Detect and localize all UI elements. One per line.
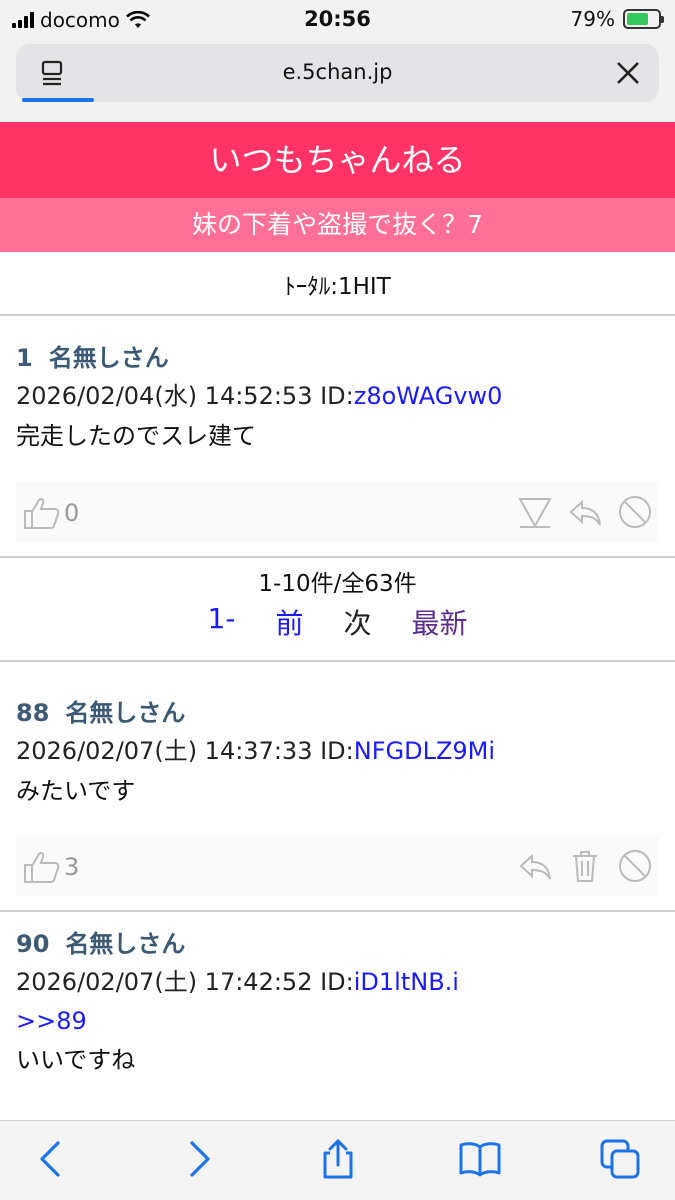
poster-id[interactable]: iD1ltNB.i — [354, 968, 459, 996]
like-count: 3 — [64, 853, 80, 881]
book-icon[interactable] — [458, 1137, 502, 1181]
close-icon[interactable] — [615, 60, 641, 86]
post-header: 1 名無しさん — [16, 340, 659, 376]
poster-id[interactable]: NFGDLZ9Mi — [354, 737, 495, 765]
post-body: みたいです — [16, 777, 136, 805]
post-item: 1 名無しさん 2026/02/04(水) 14:52:53 ID:z8oWAGv… — [0, 340, 675, 456]
browser-header: e.5chan.jp — [0, 40, 675, 122]
post-header: 90 名無しさん — [16, 926, 659, 962]
poster-name: 名無しさん — [65, 699, 186, 727]
share-icon[interactable] — [316, 1137, 360, 1181]
post-datetime: 2026/02/07(土) 17:42:52 ID: — [16, 968, 354, 996]
hit-count: ﾄｰﾀﾙ:1HIT — [0, 252, 675, 316]
address-bar[interactable]: e.5chan.jp — [16, 44, 659, 102]
like-button[interactable]: 0 — [22, 496, 79, 530]
status-bar: docomo 20:56 79% — [0, 0, 675, 40]
thumbs-up-icon — [24, 498, 60, 529]
pager-count: 1-10件/全63件 — [258, 571, 417, 597]
status-right: 79% — [570, 7, 664, 31]
flag-triangle-icon[interactable] — [517, 494, 553, 530]
thread-title: 妹の下着や盗撮で抜く？7 — [0, 198, 675, 252]
post-number[interactable]: 1 — [16, 344, 33, 372]
divider — [0, 910, 675, 912]
forward-chevron-icon[interactable] — [176, 1137, 220, 1181]
battery-icon — [623, 9, 664, 29]
like-button[interactable]: 3 — [22, 850, 79, 884]
thumbs-up-icon — [24, 852, 60, 883]
block-icon[interactable] — [617, 848, 653, 884]
post-body: 完走したのでスレ建て — [16, 422, 256, 450]
reply-anchor-link[interactable]: >>89 — [16, 1002, 659, 1040]
browser-toolbar — [0, 1120, 675, 1200]
divider — [0, 660, 675, 662]
pager-first-link[interactable]: 1- — [208, 602, 236, 642]
post-item: 90 名無しさん 2026/02/07(土) 17:42:52 ID:iD1ltN… — [0, 926, 675, 1080]
post-body: いいですね — [16, 1046, 136, 1074]
trash-icon[interactable] — [567, 848, 603, 884]
poster-name: 名無しさん — [48, 344, 169, 372]
reader-indicator — [22, 98, 94, 102]
post-datetime: 2026/02/07(土) 14:37:33 ID: — [16, 737, 354, 765]
pager-links: 1- 前 次 最新 — [0, 602, 675, 642]
post-datetime: 2026/02/04(水) 14:52:53 ID: — [16, 382, 354, 410]
post-number[interactable]: 88 — [16, 699, 49, 727]
like-count: 0 — [64, 499, 80, 527]
post-header: 88 名無しさん — [16, 695, 659, 731]
post-item: 88 名無しさん 2026/02/07(土) 14:37:33 ID:NFGDLZ… — [0, 695, 675, 811]
poster-name: 名無しさん — [65, 930, 186, 958]
post-actions: 0 — [16, 482, 659, 542]
pager-prev-link[interactable]: 前 — [275, 602, 303, 642]
pager: 1-10件/全63件 1- 前 次 最新 — [0, 558, 675, 662]
block-icon[interactable] — [617, 494, 653, 530]
url-text[interactable]: e.5chan.jp — [16, 60, 659, 84]
pager-latest-link[interactable]: 最新 — [411, 602, 467, 642]
back-chevron-icon[interactable] — [30, 1137, 74, 1181]
reply-icon[interactable] — [567, 494, 603, 530]
poster-id[interactable]: z8oWAGvw0 — [354, 382, 503, 410]
pager-next-link: 次 — [343, 607, 372, 640]
site-title[interactable]: いつもちゃんねる — [0, 122, 675, 198]
post-number[interactable]: 90 — [16, 930, 49, 958]
post-meta: 2026/02/07(土) 17:42:52 ID:iD1ltNB.i — [16, 962, 659, 1002]
post-meta: 2026/02/04(水) 14:52:53 ID:z8oWAGvw0 — [16, 376, 659, 416]
reply-icon[interactable] — [517, 848, 553, 884]
battery-percent: 79% — [570, 7, 615, 31]
post-action-icons — [517, 494, 653, 530]
post-actions: 3 — [16, 836, 659, 896]
post-action-icons — [517, 848, 653, 884]
tabs-icon[interactable] — [598, 1137, 642, 1181]
post-meta: 2026/02/07(土) 14:37:33 ID:NFGDLZ9Mi — [16, 731, 659, 771]
